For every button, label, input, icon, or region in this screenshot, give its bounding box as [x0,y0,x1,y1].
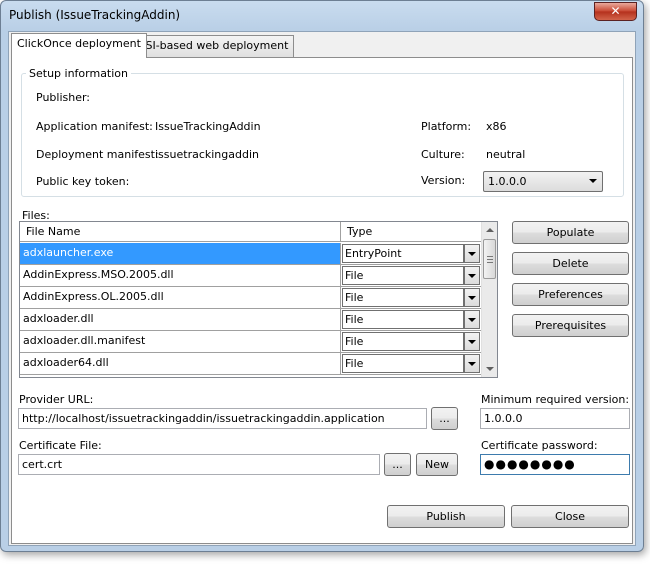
scroll-down-arrow-icon[interactable] [482,361,497,377]
file-type-select[interactable]: File [342,354,464,373]
deployment-manifest-label: Deployment manifest: [36,148,159,161]
close-button[interactable]: Close [511,505,629,528]
publish-button[interactable]: Publish [387,505,505,528]
application-manifest-value: IssueTrackingAddin [155,120,261,133]
chevron-down-icon [468,274,476,278]
provider-url-label: Provider URL: [19,393,94,406]
window-title: Publish (IssueTrackingAddin) [9,8,181,22]
file-type-cell: File [341,287,482,308]
chevron-down-icon [468,362,476,366]
provider-url-input[interactable]: http://localhost/issuetrackingaddin/issu… [18,408,427,429]
certificate-file-input[interactable]: cert.crt [18,454,380,475]
platform-value: x86 [486,120,507,133]
chevron-down-icon [468,318,476,322]
preferences-button[interactable]: Preferences [512,283,629,306]
file-type-select[interactable]: File [342,332,464,351]
table-row[interactable]: adxloader.dll File [20,309,482,331]
file-type-cell: File [341,331,482,352]
file-type-dropdown-button[interactable] [464,266,480,285]
delete-button[interactable]: Delete [512,252,629,275]
version-select[interactable]: 1.0.0.0 [483,171,603,192]
tab-msi-web-deployment[interactable]: MSI-based web deployment [130,35,295,57]
chevron-down-icon [589,179,597,183]
column-header-type[interactable]: Type [341,222,482,242]
culture-value: neutral [486,148,526,161]
version-select-value: 1.0.0.0 [488,175,527,188]
file-type-cell: File [341,265,482,286]
file-name-cell[interactable]: adxlauncher.exe [20,243,341,264]
scrollbar-thumb[interactable] [483,239,496,279]
tab-clickonce-deployment[interactable]: ClickOnce deployment [11,33,147,58]
file-type-select[interactable]: File [342,266,464,285]
file-name-cell[interactable]: AddinExpress.MSO.2005.dll [20,265,341,286]
column-header-file-name[interactable]: File Name [20,222,341,242]
deployment-manifest-value: issuetrackingaddin [155,148,259,161]
grip-line [487,262,493,263]
certificate-file-label: Certificate File: [19,439,102,452]
table-row[interactable]: adxloader64.dll File [20,353,482,375]
certificate-password-input[interactable]: ●●●●●●●● [480,454,630,475]
file-type-dropdown-button[interactable] [464,354,480,373]
file-name-cell[interactable]: adxloader.dll.manifest [20,331,341,352]
chevron-down-icon [468,296,476,300]
publisher-label: Publisher: [36,91,91,104]
table-row[interactable]: AddinExpress.OL.2005.dll File [20,287,482,309]
file-name-cell[interactable]: adxloader.dll [20,309,341,330]
grip-line [487,259,493,260]
minimum-required-version-label: Minimum required version: [481,393,630,406]
new-certificate-button[interactable]: New [416,453,458,476]
version-label: Version: [421,174,466,187]
file-type-dropdown-button[interactable] [464,332,480,351]
table-row[interactable]: AddinExpress.MSO.2005.dll File [20,265,482,287]
file-type-cell: EntryPoint [341,243,482,264]
files-grid-header: File Name Type [20,222,482,242]
scroll-up-arrow-icon[interactable] [482,222,497,238]
certificate-file-browse-button[interactable]: ... [384,453,411,476]
file-type-dropdown-button[interactable] [464,310,480,329]
files-grid-scrollbar[interactable] [481,222,497,377]
populate-button[interactable]: Populate [512,221,629,244]
chevron-down-icon [468,252,476,256]
provider-url-browse-button[interactable]: ... [431,407,458,430]
close-window-button[interactable]: ✕ [594,2,637,21]
table-row[interactable]: adxlauncher.exe EntryPoint [20,243,482,265]
minimum-required-version-input[interactable]: 1.0.0.0 [480,408,630,429]
setup-information-title: Setup information [26,67,131,80]
grip-line [487,256,493,257]
application-manifest-label: Application manifest: [36,120,153,133]
chevron-down-icon [468,340,476,344]
culture-label: Culture: [421,148,465,161]
file-type-cell: File [341,353,482,374]
file-type-dropdown-button[interactable] [464,288,480,307]
table-row[interactable]: adxloader.dll.manifest File [20,331,482,353]
file-type-select[interactable]: File [342,310,464,329]
prerequisites-button[interactable]: Prerequisites [512,314,629,337]
platform-label: Platform: [421,120,472,133]
file-name-cell[interactable]: adxloader64.dll [20,353,341,374]
certificate-password-label: Certificate password: [481,439,598,452]
file-type-select[interactable]: File [342,288,464,307]
public-key-token-label: Public key token: [36,175,130,188]
file-type-select[interactable]: EntryPoint [342,244,464,263]
file-name-cell[interactable]: AddinExpress.OL.2005.dll [20,287,341,308]
file-type-dropdown-button[interactable] [464,244,480,263]
files-grid: File Name Type adxlauncher.exe EntryPoint… [19,221,498,378]
file-type-cell: File [341,309,482,330]
title-bar[interactable]: Publish (IssueTrackingAddin) ✕ [1,1,643,31]
